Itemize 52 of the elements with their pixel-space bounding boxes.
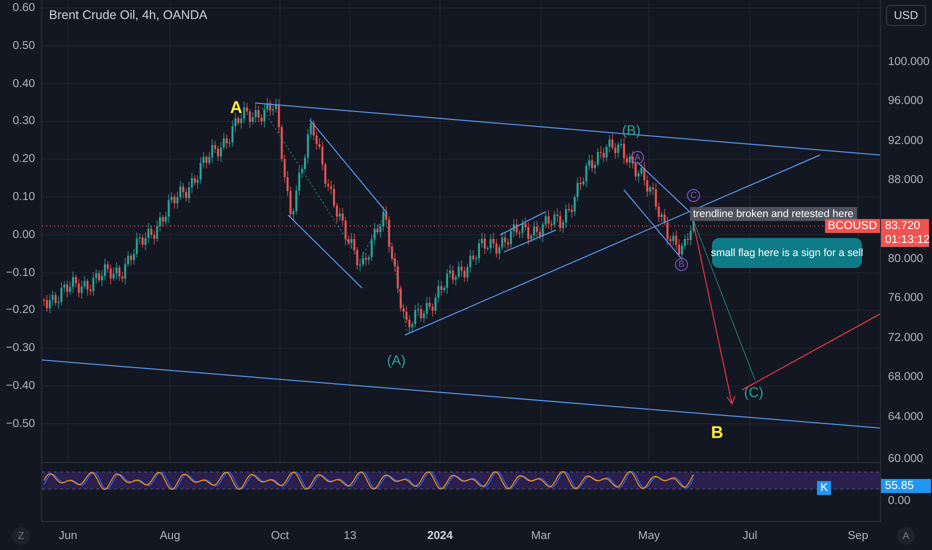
- currency-button[interactable]: USD: [886, 5, 926, 26]
- axis-label: 80.000: [888, 252, 924, 266]
- axis-label: −0.10: [6, 266, 35, 280]
- axis-label: −0.40: [6, 379, 35, 393]
- axis-label: Jul: [742, 530, 758, 542]
- axis-label: 0.30: [12, 114, 35, 128]
- indicator-value: 55.85: [881, 479, 931, 493]
- channel-line: [624, 190, 682, 258]
- wave-label: A: [230, 100, 242, 116]
- wave-label: C: [687, 189, 700, 202]
- axis-label: 0.20: [12, 152, 35, 166]
- axis-label: 13: [344, 530, 356, 542]
- axis-label: 68.000: [888, 370, 924, 384]
- axis-label: −0.30: [6, 341, 35, 356]
- wave-label: (C): [744, 384, 764, 400]
- channel-line: [504, 230, 556, 252]
- zoom-button[interactable]: Z: [12, 527, 30, 545]
- axis-label: 100.000: [888, 55, 930, 69]
- chart-title: Brent Crude Oil, 4h, OANDA: [49, 8, 208, 22]
- axis-label: Mar: [531, 530, 551, 542]
- axis-label: 0.60: [12, 1, 35, 15]
- wave-label: A: [631, 151, 644, 164]
- axis-label: 88.000: [888, 173, 924, 188]
- axis-label: 0.00: [12, 228, 35, 242]
- axis-label: 64.000: [888, 410, 924, 424]
- axis-label: 76.000: [888, 291, 924, 306]
- axis-label: 0.00: [888, 495, 910, 507]
- axis-label: Sep: [848, 530, 868, 542]
- wave-label: B: [711, 425, 724, 441]
- annotation-note: small flag here is a sign for a sell: [712, 238, 862, 268]
- axis-label: Aug: [160, 530, 180, 542]
- channel-line: [500, 212, 546, 236]
- wave-label: (A): [387, 352, 406, 368]
- axis-label: −0.20: [6, 303, 35, 318]
- axis-label: Oct: [271, 530, 289, 542]
- axis-label: 0.10: [12, 190, 35, 204]
- axis-label: 72.000: [888, 330, 924, 345]
- axis-label: Jun: [58, 530, 78, 542]
- axis-label: 92.000: [888, 134, 924, 148]
- auto-scale-button[interactable]: A: [897, 527, 915, 545]
- axis-label: 60.000: [888, 452, 924, 466]
- axis-label: 0.50: [12, 38, 35, 53]
- axis-label: 96.000: [888, 94, 924, 108]
- symbol-tag: BCOUSD: [824, 219, 880, 233]
- axis-label: 0.40: [12, 76, 35, 91]
- axis-label: 2024: [427, 530, 453, 542]
- indicator-tag: K: [817, 481, 831, 495]
- wave-label: B: [675, 258, 688, 271]
- wave-label: (B): [622, 122, 641, 138]
- axis-label: May: [638, 530, 660, 542]
- annotation-note: trendline broken and retested here: [690, 207, 857, 221]
- axis-label: −0.50: [6, 416, 35, 431]
